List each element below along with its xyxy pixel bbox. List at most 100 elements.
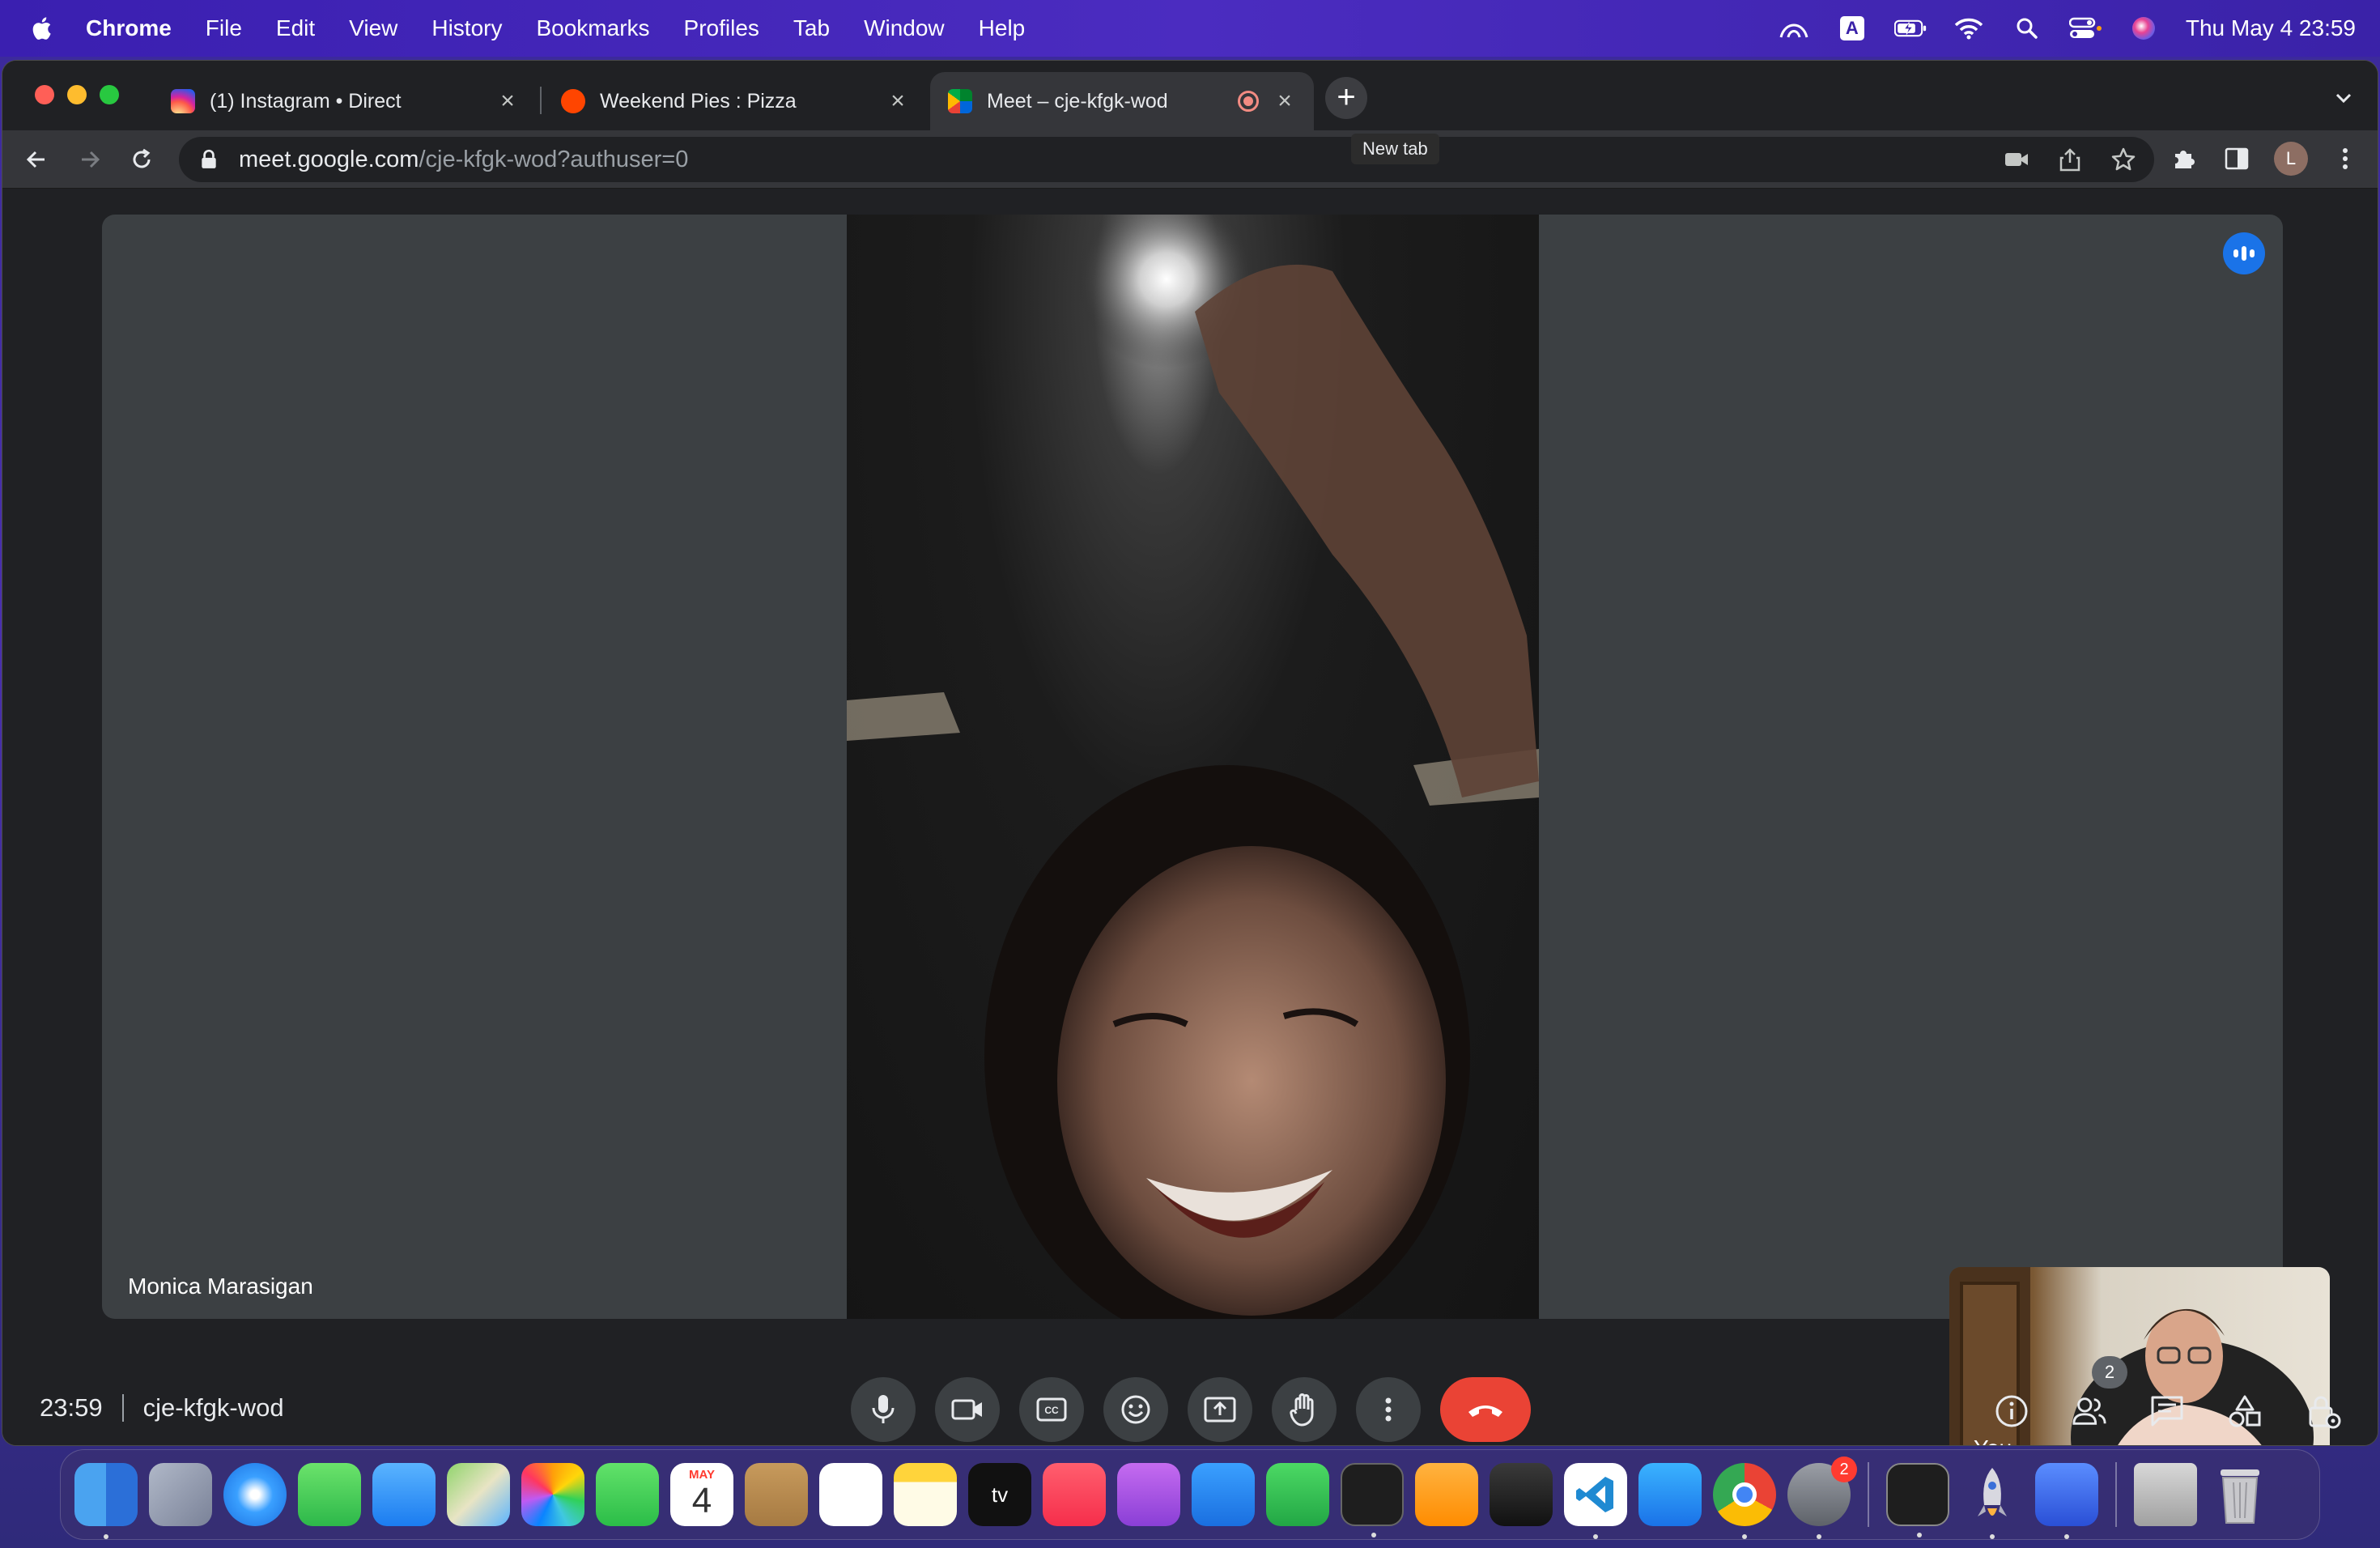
- input-source-icon[interactable]: A: [1836, 15, 1868, 41]
- tab-reddit[interactable]: Weekend Pies : Pizza ×: [543, 72, 927, 130]
- dock-numbers-icon[interactable]: [1266, 1463, 1329, 1526]
- close-icon[interactable]: ×: [1273, 89, 1296, 113]
- camera-in-use-icon[interactable]: [2002, 145, 2031, 174]
- more-vertical-icon: [1385, 1397, 1392, 1422]
- dock-safari-icon[interactable]: [223, 1463, 287, 1526]
- window-minimize-button[interactable]: [67, 85, 87, 104]
- dock-keynote-icon[interactable]: [1192, 1463, 1255, 1526]
- menu-help[interactable]: Help: [979, 15, 1026, 41]
- url-host: meet.google.com: [239, 146, 419, 172]
- activities-button[interactable]: [2227, 1393, 2263, 1429]
- participant-tile[interactable]: Monica Marasigan: [102, 215, 2283, 1319]
- menu-view[interactable]: View: [349, 15, 397, 41]
- host-controls-lock-icon: [2309, 1396, 2341, 1429]
- dock-trash-icon[interactable]: [2208, 1463, 2272, 1526]
- dock-messages-icon[interactable]: [298, 1463, 361, 1526]
- new-tab-button[interactable]: +: [1325, 77, 1367, 119]
- more-options-button[interactable]: [1356, 1377, 1421, 1442]
- dock-music-icon[interactable]: [1043, 1463, 1106, 1526]
- battery-charging-icon[interactable]: [1893, 15, 1927, 41]
- dock-facetime-icon[interactable]: [596, 1463, 659, 1526]
- meeting-info-divider: [121, 1394, 124, 1422]
- dock-separator: [1868, 1462, 1869, 1527]
- siri-icon[interactable]: [2127, 15, 2160, 41]
- dock-terminal-recent-icon[interactable]: [1886, 1463, 1949, 1537]
- forward-button[interactable]: [72, 142, 108, 177]
- reactions-button[interactable]: [1103, 1377, 1168, 1442]
- spotlight-search-icon[interactable]: [2011, 15, 2043, 41]
- window-close-button[interactable]: [35, 85, 54, 104]
- host-controls-button[interactable]: [2306, 1393, 2342, 1429]
- back-button[interactable]: [19, 142, 54, 177]
- dock-rocket-icon[interactable]: [1961, 1463, 2024, 1539]
- bookmark-star-icon[interactable]: [2109, 145, 2138, 174]
- wifi-icon[interactable]: [1953, 15, 1985, 41]
- dock-maps-icon[interactable]: [447, 1463, 510, 1526]
- calendar-month: MAY: [689, 1468, 715, 1482]
- menu-profiles[interactable]: Profiles: [684, 15, 759, 41]
- dock-chrome-icon[interactable]: [1713, 1463, 1776, 1539]
- dock-terminal-icon[interactable]: [1341, 1463, 1404, 1537]
- dock-photos-icon[interactable]: [521, 1463, 584, 1526]
- dock-finder-icon[interactable]: [74, 1463, 138, 1539]
- tab-google-meet[interactable]: Meet – cje-kfgk-wod ×: [930, 72, 1314, 130]
- meeting-details-button[interactable]: [1994, 1393, 2029, 1429]
- dock-calendar-icon[interactable]: MAY 4: [670, 1463, 733, 1526]
- menu-history[interactable]: History: [431, 15, 502, 41]
- profile-avatar[interactable]: L: [2274, 142, 2308, 176]
- dock-reminders-icon[interactable]: [819, 1463, 882, 1526]
- dock-downloads-stack-icon[interactable]: [2134, 1463, 2197, 1526]
- instagram-icon: [171, 89, 195, 113]
- side-panel-icon[interactable]: [2222, 142, 2251, 175]
- tab-title: Weekend Pies : Pizza: [600, 89, 797, 113]
- dock-podcasts-icon[interactable]: [1117, 1463, 1180, 1526]
- dock-system-settings-icon[interactable]: 2: [1787, 1457, 1857, 1539]
- leave-call-button[interactable]: [1440, 1377, 1531, 1442]
- menu-bookmarks[interactable]: Bookmarks: [536, 15, 649, 41]
- control-center-icon[interactable]: [2068, 15, 2102, 41]
- lock-icon[interactable]: [198, 149, 219, 170]
- close-icon[interactable]: ×: [886, 89, 909, 113]
- dock-mail-icon[interactable]: [372, 1463, 436, 1526]
- raise-hand-button[interactable]: [1272, 1377, 1337, 1442]
- people-button[interactable]: [2072, 1393, 2107, 1429]
- dock-contacts-icon[interactable]: [745, 1463, 808, 1526]
- dock-nightshift-app-icon[interactable]: [2035, 1463, 2098, 1539]
- captions-button[interactable]: CC: [1019, 1377, 1084, 1442]
- dock-tv-icon[interactable]: tv: [968, 1463, 1031, 1526]
- present-screen-button[interactable]: [1188, 1377, 1252, 1442]
- microphone-button[interactable]: [851, 1377, 916, 1442]
- menu-tab[interactable]: Tab: [793, 15, 830, 41]
- menu-file[interactable]: File: [206, 15, 242, 41]
- dock-garageband-icon[interactable]: [1490, 1463, 1553, 1526]
- notification-badge: 2: [1831, 1457, 1857, 1482]
- nightshift-status-icon[interactable]: [1778, 15, 1810, 41]
- reload-icon: [133, 148, 151, 168]
- reddit-icon: [561, 89, 585, 113]
- call-controls-bar: 23:59 cje-kfgk-wod CC 2: [2, 1356, 2378, 1445]
- kebab-menu-icon[interactable]: [2331, 142, 2360, 175]
- dock-pages-icon[interactable]: [1415, 1463, 1478, 1526]
- menu-window[interactable]: Window: [864, 15, 945, 41]
- dock-vscode-icon[interactable]: [1564, 1463, 1627, 1539]
- extensions-puzzle-icon[interactable]: [2170, 142, 2199, 175]
- dock-app-store-icon[interactable]: [1638, 1463, 1702, 1526]
- chevron-down-icon[interactable]: [2331, 85, 2357, 111]
- dock-launchpad-icon[interactable]: [149, 1463, 212, 1526]
- menubar-clock[interactable]: Thu May 4 23:59: [2186, 15, 2356, 41]
- chat-button[interactable]: [2149, 1393, 2185, 1429]
- apple-icon[interactable]: [29, 15, 57, 42]
- window-zoom-button[interactable]: [100, 85, 119, 104]
- close-icon[interactable]: ×: [496, 89, 519, 113]
- dock-notes-icon[interactable]: [894, 1463, 957, 1526]
- camera-button[interactable]: [935, 1377, 1000, 1442]
- dock-separator: [2115, 1462, 2117, 1527]
- address-bar[interactable]: meet.google.com /cje-kfgk-wod?authuser=0: [179, 137, 2154, 182]
- share-icon[interactable]: [2055, 145, 2085, 174]
- reload-button[interactable]: [124, 142, 159, 177]
- menu-app-chrome[interactable]: Chrome: [86, 15, 172, 41]
- url-path: /cje-kfgk-wod?authuser=0: [419, 146, 689, 172]
- people-count-badge: 2: [2092, 1356, 2127, 1389]
- tab-instagram[interactable]: (1) Instagram • Direct ×: [153, 72, 537, 130]
- menu-edit[interactable]: Edit: [276, 15, 315, 41]
